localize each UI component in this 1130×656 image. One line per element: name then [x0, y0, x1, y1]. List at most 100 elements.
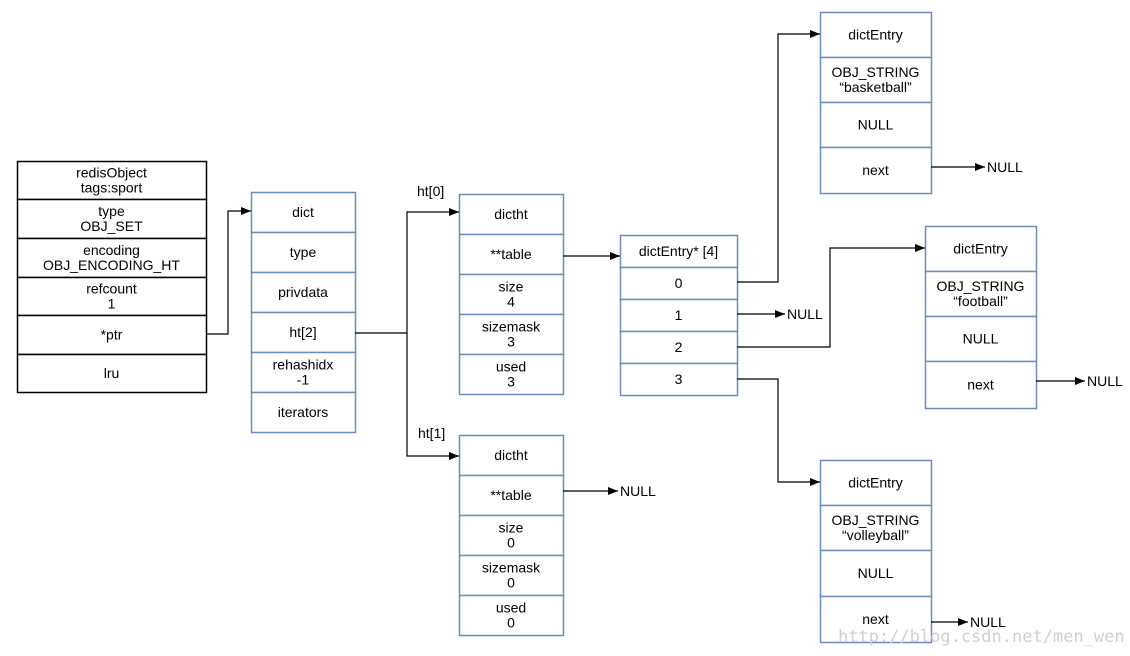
struct-field: sizemask0: [458, 554, 565, 597]
struct-field: rehashidx-1: [250, 351, 357, 394]
struct-field: OBJ_STRING“basketball”: [819, 56, 933, 104]
field-label: dictEntry* [4]: [639, 243, 718, 259]
struct-field: dictht: [458, 434, 565, 477]
field-label: 0: [675, 275, 683, 291]
field-label: next: [862, 162, 889, 178]
struct-field: iterators: [250, 391, 357, 434]
field-label: sizemask: [482, 319, 541, 335]
struct-field: dictht: [458, 193, 565, 236]
struct-field: sizemask3: [458, 313, 565, 356]
null-label: NULL: [1087, 373, 1123, 389]
struct-field: dictEntry* [4]: [619, 234, 739, 269]
field-label: NULL: [858, 565, 894, 581]
struct-field: size4: [458, 273, 565, 316]
field-label: dictEntry: [953, 241, 1007, 257]
null-label: NULL: [987, 159, 1023, 175]
field-label: refcount: [86, 281, 137, 297]
ht-label: ht[0]: [417, 183, 444, 199]
field-label: privdata: [278, 284, 328, 300]
field-label: NULL: [963, 331, 999, 347]
struct-field: OBJ_STRING“volleyball”: [819, 504, 933, 552]
field-label: 2: [675, 339, 683, 355]
bucket0-arrow: [737, 30, 820, 283]
field-label: dictEntry: [848, 27, 902, 43]
struct-field: dictEntry: [819, 459, 933, 507]
field-label: next: [862, 611, 889, 627]
field-label: -1: [297, 372, 310, 388]
field-label: encoding: [83, 242, 140, 258]
bucket3-arrow: [737, 378, 820, 486]
struct-field: next: [819, 146, 933, 195]
struct-field: ht[2]: [250, 311, 357, 354]
field-label: **table: [490, 487, 531, 503]
struct-field: refcount1: [16, 276, 208, 317]
field-label: NULL: [858, 117, 894, 133]
field-label: “volleyball”: [842, 527, 909, 543]
struct-field: **table: [458, 474, 565, 517]
field-label: dictEntry: [848, 475, 902, 491]
field-label: type: [290, 244, 317, 260]
field-label: *ptr: [101, 327, 123, 343]
field-label: dict: [292, 204, 314, 220]
struct-field: type: [250, 231, 357, 274]
field-label: 3: [675, 371, 683, 387]
struct-field: dict: [250, 191, 357, 234]
field-label: 3: [507, 334, 515, 350]
field-label: OBJ_SET: [80, 218, 143, 234]
field-label: OBJ_ENCODING_HT: [43, 257, 180, 273]
field-label: type: [98, 203, 125, 219]
null-label: NULL: [787, 306, 823, 322]
dictht0-struct: dictht**tablesize4sizemask3used3ht[0]: [417, 183, 565, 396]
struct-field: NULL: [819, 549, 933, 598]
field-label: 0: [507, 535, 515, 551]
struct-field: typeOBJ_SET: [16, 198, 208, 240]
struct-field: 0: [619, 266, 739, 301]
field-label: rehashidx: [273, 357, 334, 373]
redis-set-hashtable-diagram: redisObject tags:sport type OBJ_SET encoding…: [0, 0, 1130, 656]
redisObject-struct: redisObjecttags:sporttypeOBJ_SETencoding…: [16, 160, 208, 394]
struct-field: NULL: [819, 101, 933, 149]
struct-field: 1: [619, 298, 739, 333]
field-label: used: [496, 359, 526, 375]
field-label: OBJ_STRING: [937, 278, 1025, 294]
struct-field: lru: [16, 353, 208, 394]
struct-field: redisObjecttags:sport: [16, 160, 208, 201]
ht-label: ht[1]: [418, 425, 445, 441]
field-label: iterators: [278, 404, 329, 420]
table-struct: dictEntry* [4] 0 1 2 3: [619, 234, 739, 397]
ht0-arrow: [406, 208, 459, 333]
field-label: ht[2]: [289, 324, 316, 340]
field-label: used: [496, 600, 526, 616]
field-label: dictht: [494, 447, 528, 463]
field-label: OBJ_STRING: [832, 512, 920, 528]
field-label: tags:sport: [81, 180, 143, 196]
struct-field: privdata: [250, 271, 357, 314]
field-label: lru: [104, 365, 120, 381]
field-label: OBJ_STRING: [832, 64, 920, 80]
struct-field: 3: [619, 362, 739, 397]
field-label: dictht: [494, 206, 528, 222]
field-label: size: [499, 520, 524, 536]
field-label: 1: [675, 307, 683, 323]
field-label: next: [967, 377, 994, 393]
null-label: NULL: [620, 483, 656, 499]
field-label: **table: [490, 246, 531, 262]
field-label: 4: [507, 294, 515, 310]
struct-field: dictEntry: [924, 225, 1038, 273]
field-label: 0: [507, 575, 515, 591]
struct-field: next: [924, 360, 1038, 410]
struct-field: encodingOBJ_ENCODING_HT: [16, 237, 208, 279]
field-label: “football”: [953, 293, 1008, 309]
struct-field: dictEntry: [819, 11, 933, 59]
field-label: redisObject: [76, 165, 147, 181]
struct-field: NULL: [924, 315, 1038, 363]
struct-field: **table: [458, 233, 565, 276]
entry-volleyball-struct: dictEntry OBJ_STRING“volleyball” NULL next: [819, 459, 933, 644]
struct-field: used3: [458, 353, 565, 396]
field-label: sizemask: [482, 560, 541, 576]
field-label: 3: [507, 374, 515, 390]
bucket2-arrow: [737, 244, 925, 348]
struct-field: used0: [458, 594, 565, 637]
diagram-canvas: redisObjecttags:sporttypeOBJ_SETencoding…: [16, 11, 1125, 647]
watermark: http://blog.csdn.net/men_wen: [838, 627, 1125, 647]
